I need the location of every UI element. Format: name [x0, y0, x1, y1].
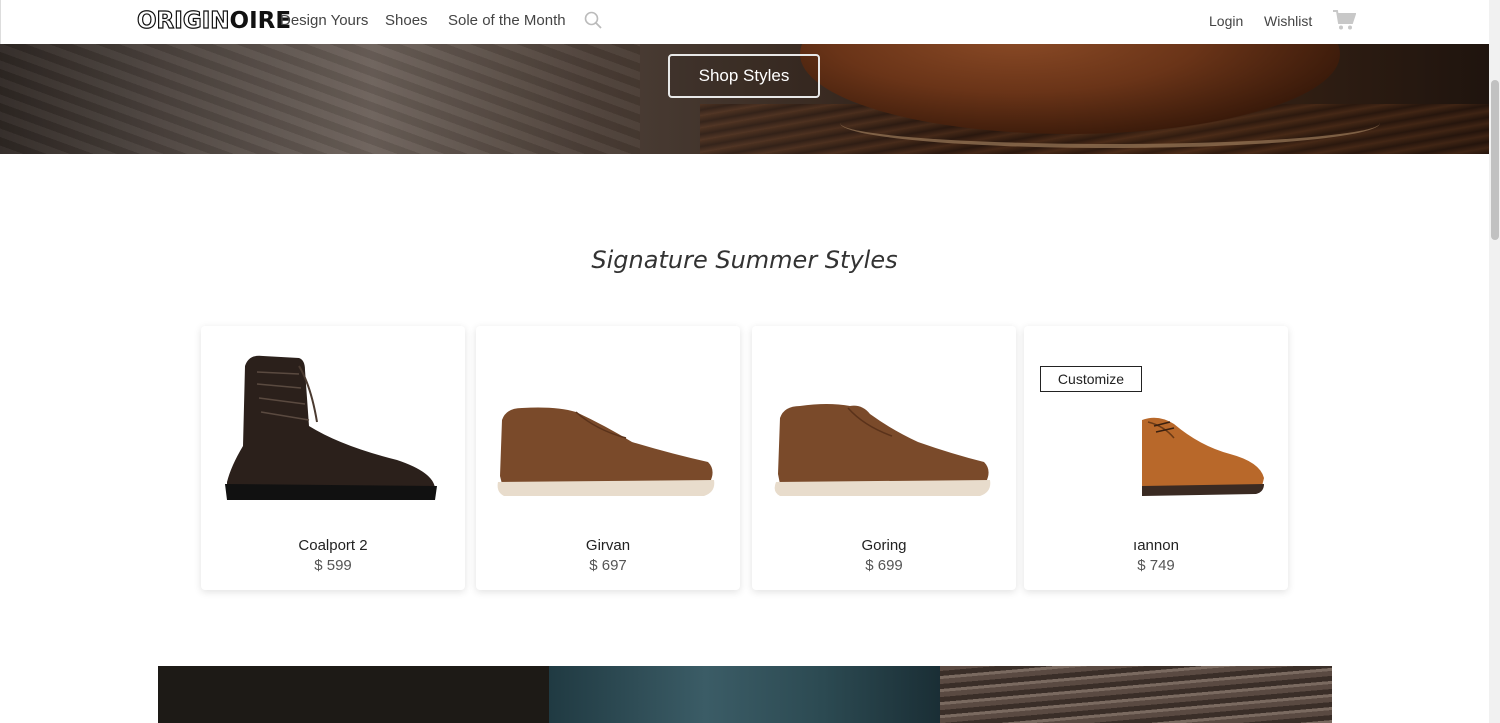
shoe-image — [497, 407, 715, 496]
shop-styles-button[interactable]: Shop Styles — [668, 54, 820, 98]
wishlist-link[interactable]: Wishlist — [1264, 13, 1312, 29]
top-navigation: ORIGIN OIRE Design Yours Shoes Sole of th… — [0, 0, 1488, 44]
shoe-image — [1142, 417, 1264, 496]
product-card-goring[interactable]: Goring $ 699 — [752, 326, 1016, 590]
product-name: ıannon — [1133, 537, 1179, 554]
page-scrollbar-thumb[interactable] — [1491, 80, 1499, 240]
product-card-coalport[interactable]: Coalport 2 $ 599 — [201, 326, 465, 590]
product-price: $ 749 — [1137, 557, 1175, 574]
bottom-panel-water-image[interactable] — [549, 666, 940, 723]
brand-logo[interactable]: ORIGIN OIRE — [136, 7, 291, 34]
product-price: $ 599 — [314, 557, 352, 574]
nav-link-sole-of-the-month[interactable]: Sole of the Month — [448, 12, 566, 29]
product-card-shannon[interactable]: Customize ıannon $ 749 — [1024, 326, 1288, 590]
bottom-panel-dark[interactable] — [158, 666, 549, 723]
login-link[interactable]: Login — [1209, 13, 1243, 29]
product-name: Coalport 2 — [298, 537, 368, 554]
bottom-panel-wood-image[interactable] — [940, 666, 1332, 723]
section-title: Signature Summer Styles — [591, 246, 898, 274]
nav-link-design-yours[interactable]: Design Yours — [280, 12, 368, 29]
product-name: Girvan — [585, 537, 631, 554]
shoe-image — [774, 404, 991, 496]
search-icon[interactable] — [584, 11, 602, 29]
boot-image — [225, 355, 437, 500]
logo-text-origin: ORIGIN — [136, 7, 230, 34]
nav-link-shoes[interactable]: Shoes — [385, 12, 428, 29]
product-price: $ 699 — [865, 557, 903, 574]
product-name: Goring — [861, 537, 907, 554]
cart-icon[interactable] — [1332, 9, 1356, 31]
product-price: $ 697 — [589, 557, 627, 574]
hero-shoe-sole — [840, 98, 1380, 148]
customize-button[interactable]: Customize — [1040, 366, 1142, 392]
product-card-girvan[interactable]: Girvan $ 697 — [476, 326, 740, 590]
hero-fabric-texture — [0, 44, 640, 154]
